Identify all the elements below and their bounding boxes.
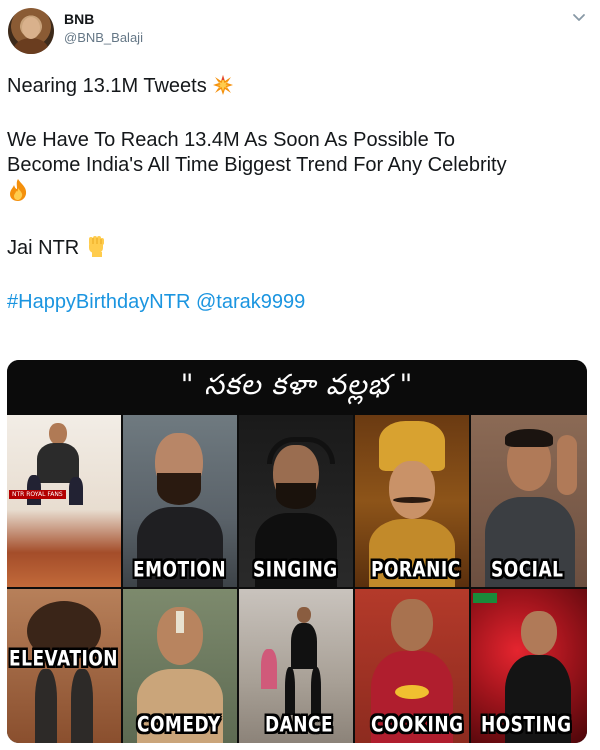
avatar-face xyxy=(22,17,40,39)
tweet-line-5: Jai NTR xyxy=(7,234,592,261)
collision-emoji xyxy=(212,75,233,95)
tweet-line-3: Become India's All Time Biggest Trend Fo… xyxy=(7,154,507,176)
tweet-header: BNB @BNB_Balaji xyxy=(0,0,600,70)
tweet-line-5-text: Jai NTR xyxy=(7,237,80,259)
collage-cell-elevation: ELEVATION xyxy=(7,589,121,743)
caption-poranic: PORANIC xyxy=(371,557,461,583)
tweet-media-image[interactable]: " సకల కళా వల్లభ " NTR ROYAL FANS EMOTION… xyxy=(7,360,587,743)
collage-cell-comedy: COMEDY xyxy=(123,589,237,743)
caption-singing: SINGING xyxy=(253,557,338,583)
tweet-line-2: We Have To Reach 13.4M As Soon As Possib… xyxy=(7,129,456,151)
fan-page-tag: NTR ROYAL FANS xyxy=(9,490,66,499)
media-banner: " సకల కళా వల్లభ " xyxy=(7,360,587,415)
media-banner-title: " సకల కళా వల్లభ " xyxy=(180,368,414,401)
hashtag-link[interactable]: #HappyBirthdayNTR xyxy=(7,291,190,313)
author-handle[interactable]: @BNB_Balaji xyxy=(64,30,143,45)
caption-cooking: COOKING xyxy=(371,712,464,738)
collage-cell-hosting: HOSTING xyxy=(471,589,587,743)
collage-cell-cooking: COOKING xyxy=(355,589,469,743)
chevron-down-icon[interactable] xyxy=(570,8,588,26)
tweet-tags-line: #HappyBirthdayNTR @tarak9999 xyxy=(7,290,592,315)
tweet-line-1: Nearing 13.1M Tweets xyxy=(7,74,592,99)
caption-social: SOCIAL xyxy=(491,557,564,583)
avatar[interactable] xyxy=(8,8,54,54)
caption-dance: DANCE xyxy=(265,712,334,738)
collage-cell-singing: SINGING xyxy=(239,415,353,587)
collage-cell-social: SOCIAL xyxy=(471,415,587,587)
collage-cell-poranic: PORANIC xyxy=(355,415,469,587)
caption-hosting: HOSTING xyxy=(481,712,572,738)
caption-emotion: EMOTION xyxy=(133,557,227,583)
tweet-line-4 xyxy=(7,178,592,205)
tweet-text: Nearing 13.1M Tweets We Have To Reach 13… xyxy=(7,74,592,315)
mention-link[interactable]: @tarak9999 xyxy=(196,291,305,313)
caption-comedy: COMEDY xyxy=(137,712,221,738)
fire-emoji xyxy=(10,179,27,201)
collage-cell-dance: DANCE xyxy=(239,589,353,743)
caption-elevation: ELEVATION xyxy=(9,646,118,672)
tweet-line-1-text: Nearing 13.1M Tweets xyxy=(7,75,207,97)
avatar-shoulders xyxy=(14,38,48,54)
author-name[interactable]: BNB xyxy=(64,11,94,27)
collage-cell-emotion: EMOTION xyxy=(123,415,237,587)
raised-fist-emoji xyxy=(89,236,105,257)
collage-cell-1: NTR ROYAL FANS xyxy=(7,415,121,587)
